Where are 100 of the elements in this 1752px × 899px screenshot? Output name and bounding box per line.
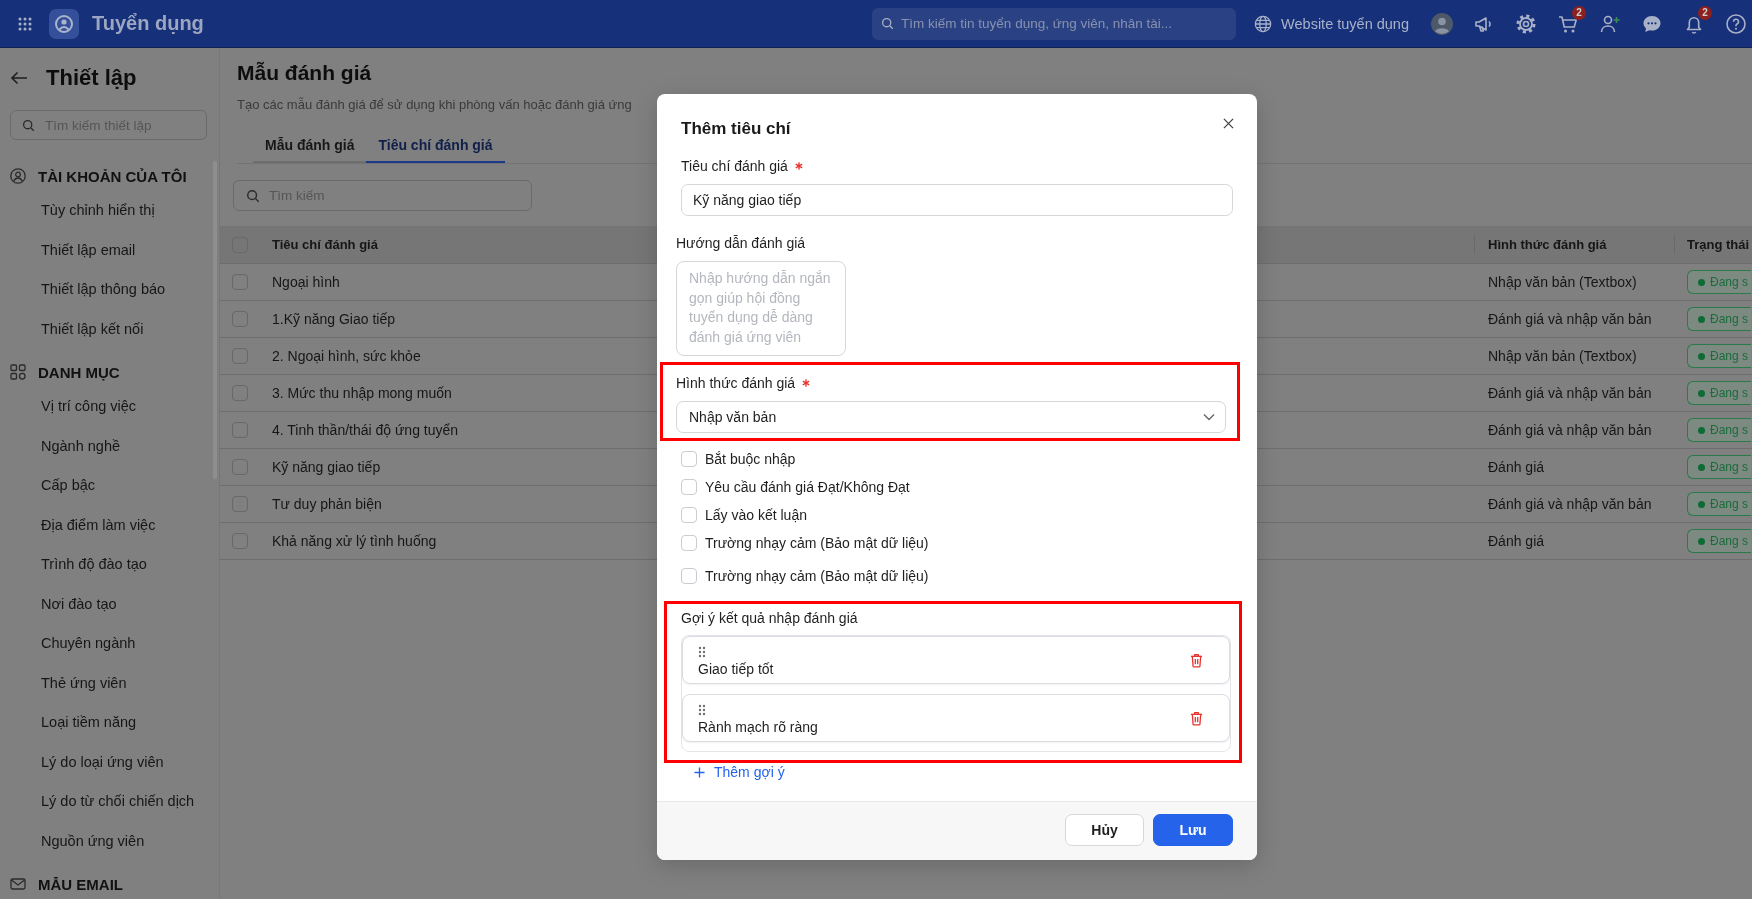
checkbox[interactable]: [232, 459, 248, 475]
status-text: Đang s: [1710, 497, 1749, 511]
status-dot-icon: [1698, 389, 1705, 397]
status-text: Đang s: [1710, 349, 1749, 363]
chevron-down-icon: [1203, 413, 1215, 421]
sidebar-item[interactable]: Loại tiềm năng: [0, 703, 219, 743]
user-circle-icon: [10, 168, 26, 184]
sidebar-item[interactable]: Lý do loại ứng viên: [0, 742, 219, 782]
table-cell: Ngoại hình: [272, 274, 340, 290]
search-icon: [22, 118, 35, 132]
sidebar-item[interactable]: Lý do từ chối chiến dịch: [0, 782, 219, 822]
trash-icon[interactable]: [1190, 652, 1203, 668]
plus-icon: [694, 766, 705, 778]
status-text: Đang s: [1710, 460, 1749, 474]
grid-icon: [10, 364, 26, 380]
app-logo-icon[interactable]: [49, 8, 79, 39]
checkbox[interactable]: [232, 533, 248, 549]
checkbox[interactable]: [232, 496, 248, 512]
checkbox-label: Bắt buộc nhập: [705, 451, 796, 467]
globe-icon: [1254, 14, 1273, 33]
checkbox-label: Trường nhạy cảm (Bảo mật dữ liệu): [705, 568, 929, 584]
close-icon[interactable]: [1223, 117, 1234, 129]
apps-grid-icon[interactable]: [18, 16, 32, 31]
search-field[interactable]: Tìm kiếm tin tuyển dụng, ứng viên, nhân tài...: [872, 7, 1237, 40]
count-badge: 2: [1698, 5, 1712, 20]
drag-handle-icon[interactable]: [698, 704, 706, 716]
add-suggestion-link[interactable]: Thêm gợi ý: [694, 763, 785, 781]
sidebar-item[interactable]: Chuyên ngành: [0, 624, 219, 664]
table-cell: Kỹ năng giao tiếp: [272, 459, 381, 475]
sidebar-item[interactable]: Nguồn ứng viên: [0, 821, 219, 861]
back-arrow-icon[interactable]: [10, 71, 28, 85]
secondary-button[interactable]: Hủy: [1065, 813, 1144, 846]
section-title: MẪU EMAIL: [38, 875, 123, 893]
checkbox[interactable]: [232, 311, 248, 327]
trash-icon[interactable]: [1190, 710, 1203, 726]
checkbox[interactable]: [232, 348, 248, 364]
select-field[interactable]: Nhập văn bản: [676, 401, 1226, 433]
column-header: Trạng thái: [1687, 237, 1750, 252]
page-title: Mẫu đánh giá: [237, 60, 372, 86]
table-cell: 1.Kỹ năng Giao tiếp: [272, 311, 395, 327]
avatar-icon[interactable]: [1431, 12, 1453, 35]
sidebar-item[interactable]: Nơi đào tạo: [0, 584, 219, 624]
app-name: Tuyển dụng: [92, 12, 204, 35]
field-label: Gợi ý kết quả nhập đánh giá: [681, 610, 858, 626]
section-title: TÀI KHOẢN CỦA TÔI: [38, 167, 187, 185]
status-text: Đang s: [1710, 312, 1749, 326]
table-cell: Đánh giá: [1488, 533, 1545, 549]
tab[interactable]: Mẫu đánh giá: [253, 128, 367, 163]
status-dot-icon: [1698, 463, 1705, 471]
table-cell: Đánh giá và nhập văn bản: [1488, 422, 1652, 438]
sidebar-item[interactable]: Thiết lập email: [0, 230, 219, 270]
field-label: Tiêu chí đánh giá: [681, 158, 788, 174]
tab[interactable]: Tiêu chí đánh giá: [366, 128, 505, 163]
suggestion-text: Giao tiếp tốt: [698, 660, 774, 678]
table-cell: Khả năng xử lý tình huống: [272, 533, 437, 549]
status-dot-icon: [1698, 278, 1705, 286]
status-dot-icon: [1698, 426, 1705, 434]
sidebar-item[interactable]: Thiết lập kết nối: [0, 309, 219, 349]
table-cell: Đánh giá và nhập văn bản: [1488, 385, 1652, 401]
primary-button[interactable]: Lưu: [1153, 813, 1233, 846]
suggestion-text: Rành mạch rõ ràng: [698, 718, 818, 736]
settings-icon[interactable]: [1515, 12, 1537, 35]
text-input[interactable]: Kỹ năng giao tiếp: [681, 184, 1233, 216]
sidebar-item[interactable]: Thiết lập thông báo: [0, 270, 219, 310]
help-icon[interactable]: [1725, 12, 1747, 35]
status-dot-icon: [1698, 352, 1705, 360]
sidebar-item[interactable]: Ngành nghề: [0, 426, 219, 466]
sidebar-item[interactable]: Thẻ ứng viên: [0, 663, 219, 703]
table-cell: Đánh giá và nhập văn bản: [1488, 311, 1652, 327]
checkbox[interactable]: [232, 385, 248, 401]
table-cell: Nhập văn bản (Textbox): [1488, 274, 1637, 290]
text-area[interactable]: Nhập hướng dẫn ngắn gọn giúp hội đồng tuyển dụng dễ dàng đánh giá ứng viên: [676, 261, 846, 356]
checkbox[interactable]: [232, 274, 248, 290]
checkbox-label: Lấy vào kết luận: [705, 507, 807, 523]
table-cell: 3. Mức thu nhập mong muốn: [272, 385, 452, 401]
sidebar-item[interactable]: Trình độ đào tạo: [0, 545, 219, 585]
count-badge: 2: [1572, 5, 1586, 20]
checkbox[interactable]: [232, 422, 248, 438]
search-icon: [881, 17, 895, 30]
checkbox-label: Yêu cầu đánh giá Đạt/Không Đạt: [705, 479, 910, 495]
checkbox-label: Trường nhạy cảm (Bảo mật dữ liệu): [705, 535, 929, 551]
dialog-title: Thêm tiêu chí: [681, 118, 791, 140]
sidebar-item[interactable]: Tùy chỉnh hiển thị: [0, 191, 219, 231]
envelope-icon: [10, 876, 26, 892]
status-text: Đang s: [1710, 386, 1749, 400]
section-title: DANH MỤC: [38, 363, 120, 381]
column-header: Hình thức đánh giá: [1488, 237, 1607, 252]
sidebar-item[interactable]: Vị trí công việc: [0, 387, 219, 427]
table-cell: Tư duy phản biện: [272, 496, 382, 512]
sidebar-title: Thiết lập: [46, 65, 137, 91]
field-label: Hướng dẫn đánh giá: [676, 235, 806, 251]
search-icon: [246, 188, 260, 203]
status-dot-icon: [1698, 537, 1705, 545]
sidebar-item[interactable]: Địa điểm làm việc: [0, 505, 219, 545]
drag-handle-icon[interactable]: [698, 646, 706, 658]
website-link[interactable]: Website tuyển dụng: [1254, 14, 1409, 33]
table-cell: Đánh giá và nhập văn bản: [1488, 496, 1652, 512]
status-dot-icon: [1698, 500, 1705, 508]
sidebar-item[interactable]: Cấp bậc: [0, 466, 219, 506]
table-cell: Nhập văn bản (Textbox): [1488, 348, 1637, 364]
